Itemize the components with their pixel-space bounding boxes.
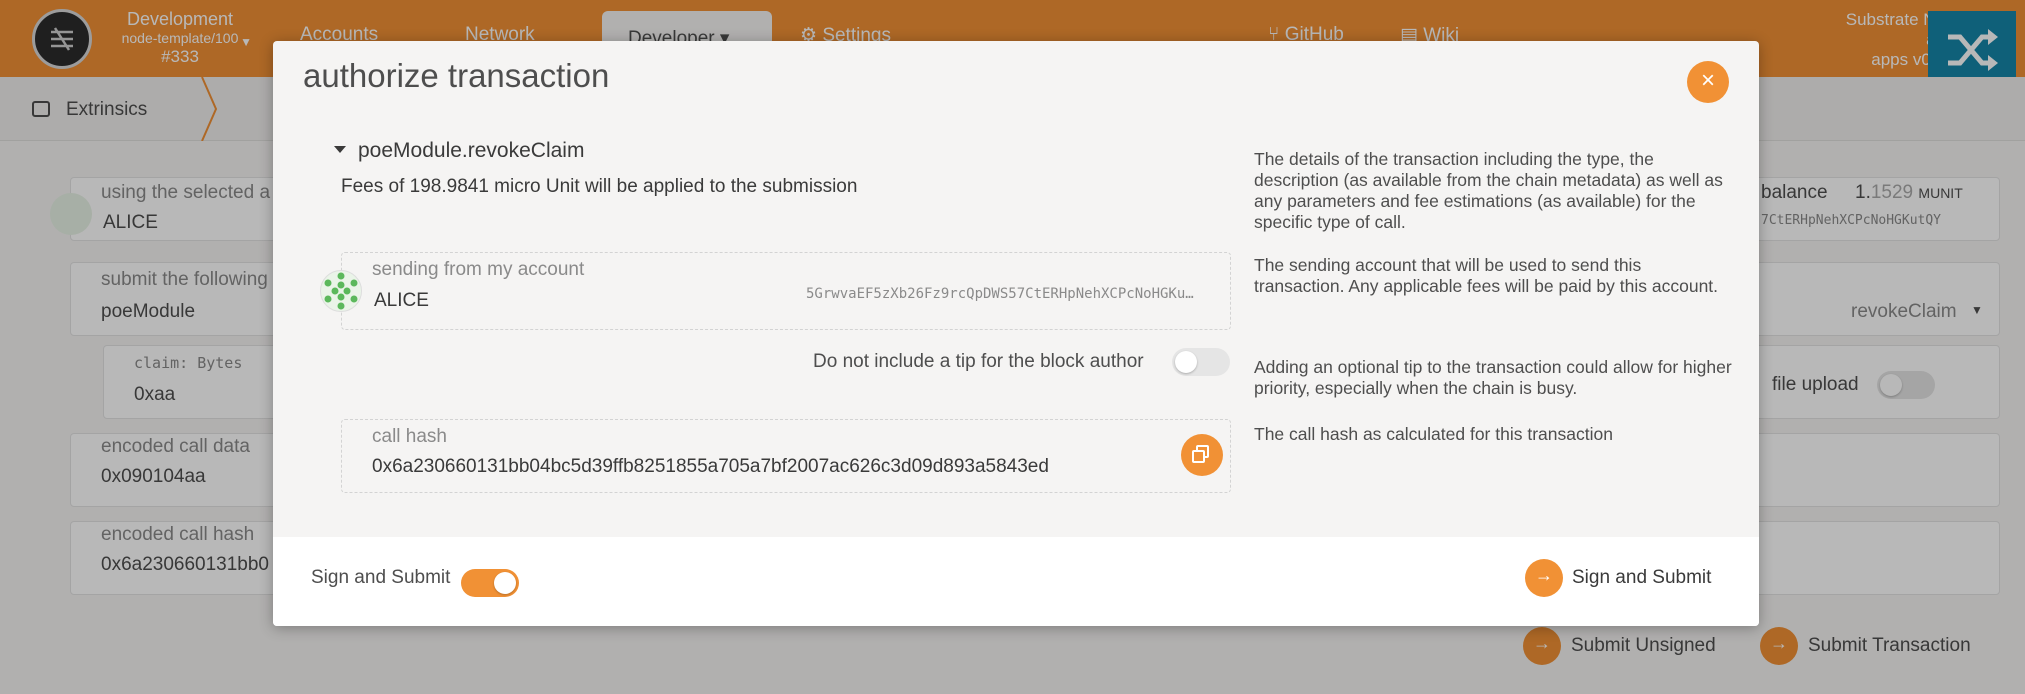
help-tip: Adding an optional tip to the transactio… bbox=[1254, 357, 1732, 398]
toggle-knob bbox=[494, 572, 516, 594]
tip-label: Do not include a tip for the block autho… bbox=[813, 351, 1144, 372]
sign-and-submit-button[interactable]: Sign and Submit bbox=[1525, 559, 1711, 597]
call-hash-field: call hash 0x6a230660131bb04bc5d39ffb8251… bbox=[341, 419, 1231, 493]
toggle-knob bbox=[1175, 351, 1197, 373]
copy-icon-front bbox=[1192, 450, 1205, 463]
authorize-transaction-modal: authorize transaction × poeModule.revoke… bbox=[273, 41, 1759, 626]
help-call-hash: The call hash as calculated for this tra… bbox=[1254, 424, 1613, 444]
sending-address: 5GrwvaEF5zXb26Fz9rcQpDWS57CtERHpNehXCPcN… bbox=[806, 286, 1194, 302]
sign-and-submit-label: Sign and Submit bbox=[1572, 567, 1712, 589]
sending-account-name: ALICE bbox=[374, 290, 429, 311]
fees-info: Fees of 198.9841 micro Unit will be appl… bbox=[341, 176, 858, 197]
sending-account-avatar bbox=[320, 270, 362, 312]
sending-account-field[interactable]: sending from my account ALICE 5GrwvaEF5z… bbox=[341, 252, 1231, 330]
call-hash-label: call hash bbox=[372, 426, 447, 447]
call-expander[interactable]: poeModule.revokeClaim bbox=[334, 139, 585, 163]
copy-icon[interactable] bbox=[1181, 434, 1223, 476]
call-name: poeModule.revokeClaim bbox=[358, 139, 585, 162]
modal-footer: Sign and Submit Sign and Submit bbox=[273, 537, 1759, 626]
help-details: The details of the transaction including… bbox=[1254, 149, 1723, 232]
close-icon[interactable]: × bbox=[1687, 61, 1729, 103]
tip-toggle[interactable] bbox=[1172, 348, 1230, 376]
help-sending: The sending account that will be used to… bbox=[1254, 255, 1719, 296]
modal-title: authorize transaction bbox=[303, 57, 610, 94]
sign-toggle[interactable] bbox=[461, 569, 519, 597]
caret-down-icon bbox=[334, 146, 346, 154]
sending-label: sending from my account bbox=[372, 259, 585, 280]
sign-toggle-label: Sign and Submit bbox=[311, 567, 451, 588]
call-hash-value: 0x6a230660131bb04bc5d39ffb8251855a705a7b… bbox=[372, 456, 1049, 477]
sign-in-icon bbox=[1525, 559, 1563, 597]
